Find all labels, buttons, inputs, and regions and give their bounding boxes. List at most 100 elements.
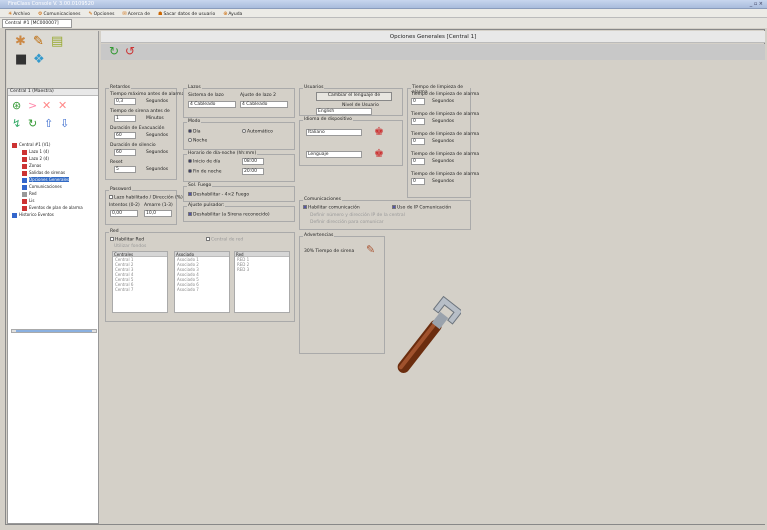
field-label: Duración de silencio [110,143,156,148]
centrales-list[interactable]: Centrales Central 1 Central 2 Central 3 Cent… [112,251,168,313]
tiempo-input[interactable]: 0 [411,98,425,105]
tree-item[interactable]: Red [12,190,83,197]
unit-label: Segundos [432,139,455,144]
menu-bar: ✳Archivo ⚙Comunicaciones ✎Opciones ✉Acerca … [0,9,767,18]
go-icon[interactable]: ⊛ [12,99,21,112]
list-item[interactable]: Central 7 [113,287,167,292]
password-checkbox[interactable]: Lazo habilitado / Dirección (%) [114,196,183,201]
radio-automatico[interactable]: Automático [247,130,273,135]
password-group: Password Lazo habilitado / Dirección (%)… [105,187,183,225]
device-language-icon-2[interactable]: ♚ [374,147,384,160]
tiempo-input[interactable]: 0 [411,138,425,145]
edit-icon[interactable]: ✎ [366,243,375,256]
tree-item-label: Eventos de plan de alarma [29,205,83,210]
change-language-button[interactable]: Cambiar el lenguaje de [316,92,392,101]
tree-item[interactable]: Historico Eventos [12,211,83,218]
list-item[interactable]: RED 3 [235,267,289,272]
retardo-input-3[interactable]: 60 [114,132,136,139]
menu-item[interactable]: ✉Acerca de [118,10,149,17]
ajuste-group: Ajuste pulsador: Deshabilitar (a Sirena … [183,203,295,222]
reload-icon[interactable]: ↺ [125,45,135,58]
retardo-input-1[interactable]: 0,3 [114,98,136,105]
field-label: Sistema de lazo [188,93,224,98]
tree-item-label: Lazo 2 (4) [29,156,49,161]
device-language-icon[interactable]: ♚ [374,125,384,138]
lazo2-select[interactable]: 4 Cableado [240,101,288,108]
tree-item[interactable]: Lazo 1 (4) [12,148,83,155]
asociado-list[interactable]: Asociado Asociado 1 Asociado 2 Asociado 3 As… [174,251,230,313]
window-controls[interactable]: _ ▫ × [750,1,763,7]
delete-all-icon[interactable]: ✕ [58,99,67,112]
flag-icon[interactable]: > [28,99,37,112]
menu-item[interactable]: ✎Opciones [84,10,114,17]
idioma-group: Idioma de dispositivo Italiano ♚ Lenguaj… [299,117,403,166]
start-time-input[interactable]: 08:00 [242,158,264,165]
amarre-input[interactable]: 10,0 [144,210,172,217]
upload-icon[interactable]: ⇧ [44,117,53,130]
menu-item[interactable]: ✳Archivo [4,10,30,17]
tree-item[interactable]: Lis [12,197,83,204]
radio-dia[interactable]: Día [193,130,200,135]
network-central-checkbox[interactable]: Central de red [211,238,243,243]
save-icon[interactable]: ↻ [109,45,119,58]
tree-item[interactable]: Salidas de sirenas [12,169,83,176]
menu-item[interactable]: ⚙Comunicaciones [34,10,80,17]
ajuste-checkbox[interactable]: Deshabilitar (a Sirena reconocido) [193,213,270,218]
brush-icon[interactable]: ✎ [33,35,44,48]
unit-label: Segundos [432,119,455,124]
tree-item[interactable]: Comunicaciones [12,183,83,190]
folder-icon[interactable]: ▤ [51,35,63,48]
tree-node-icon [22,191,27,197]
tiempo-input[interactable]: 0 [411,118,425,125]
menu-item[interactable]: ☗Sacar datos de usuario [154,10,215,17]
sol-checkbox[interactable]: Deshabilitar - 4×2 Fuego [193,193,249,198]
end-time-input[interactable]: 20:00 [242,168,264,175]
refresh-icon[interactable]: ↻ [28,117,37,130]
unit-label: Segundos [146,99,169,104]
tree-item[interactable]: Zonas [12,162,83,169]
download-icon[interactable]: ⇩ [60,117,69,130]
field-label: Inicio de día [193,159,221,165]
menu-icon: ⚙ [38,11,43,17]
unit-label: Segundos [146,167,169,172]
network-icon[interactable]: ❖ [33,53,45,66]
tiempo-input[interactable]: 0 [411,178,425,185]
delete-icon[interactable]: ✕ [42,99,51,112]
tab-central-1[interactable]: Central #1 [MC000007] [2,19,72,28]
field-label: Tiempo de limpieza de alarma [411,132,480,137]
tree-node-icon [22,149,27,155]
tiempo-input[interactable]: 0 [411,158,425,165]
tab-row: Central #1 [MC000007] [0,18,767,28]
address-config-label: Definir dirección para comunicar [310,220,384,225]
enable-network-checkbox[interactable]: Habilitar Red [115,238,144,243]
tree-item[interactable]: Eventos de plan de alarma [12,204,83,211]
wrench-icon [397,295,461,373]
tree-item-label: Comunicaciones [29,184,62,189]
horizontal-scrollbar[interactable] [11,329,97,333]
menu-item[interactable]: ⊕Ayuda [219,10,242,17]
tree-item[interactable]: Central #1 (V1) [12,141,83,148]
retardo-input-5[interactable]: 5 [114,166,136,173]
language-input-1[interactable]: Italiano [306,129,362,136]
tree-item[interactable]: Opciones Generales [12,176,83,183]
tree-item[interactable]: Lazo 2 (4) [12,155,83,162]
retardo-input-2[interactable]: 1 [114,115,136,122]
radio-noche[interactable]: Noche [193,139,207,144]
user-level-input[interactable]: English [316,108,372,115]
advertencias-group: Advertencias 30% Tiempo de sirena ✎ [299,233,385,354]
retardo-input-4[interactable]: 60 [114,149,136,156]
panel-icon[interactable]: ■ [15,53,27,66]
red-list[interactable]: Red RED 1 RED 2 RED 3 [234,251,290,313]
lazo1-select[interactable]: 4 Cableado [188,101,236,108]
list-item[interactable]: Asociado 7 [175,287,229,292]
tree-item-label: Red [29,191,37,196]
tree-item-label: Central #1 (V1) [19,142,51,147]
tools-icon[interactable]: ✱ [15,35,26,48]
connect-icon[interactable]: ↯ [12,117,21,130]
intentos-input[interactable]: 0,00 [110,210,138,217]
lazo-group: Lazos Sistema de lazo Ajuste de lazo 2 4… [183,85,295,118]
ip-comms-checkbox[interactable]: Uso de IP Comunicación [397,206,451,211]
options-form: Retardos Tiempo máximo antes de alarma 0… [101,60,765,524]
enable-comms-checkbox[interactable]: Habilitar comunicación [308,206,360,211]
language-input-2[interactable]: Lenguaje [306,151,362,158]
